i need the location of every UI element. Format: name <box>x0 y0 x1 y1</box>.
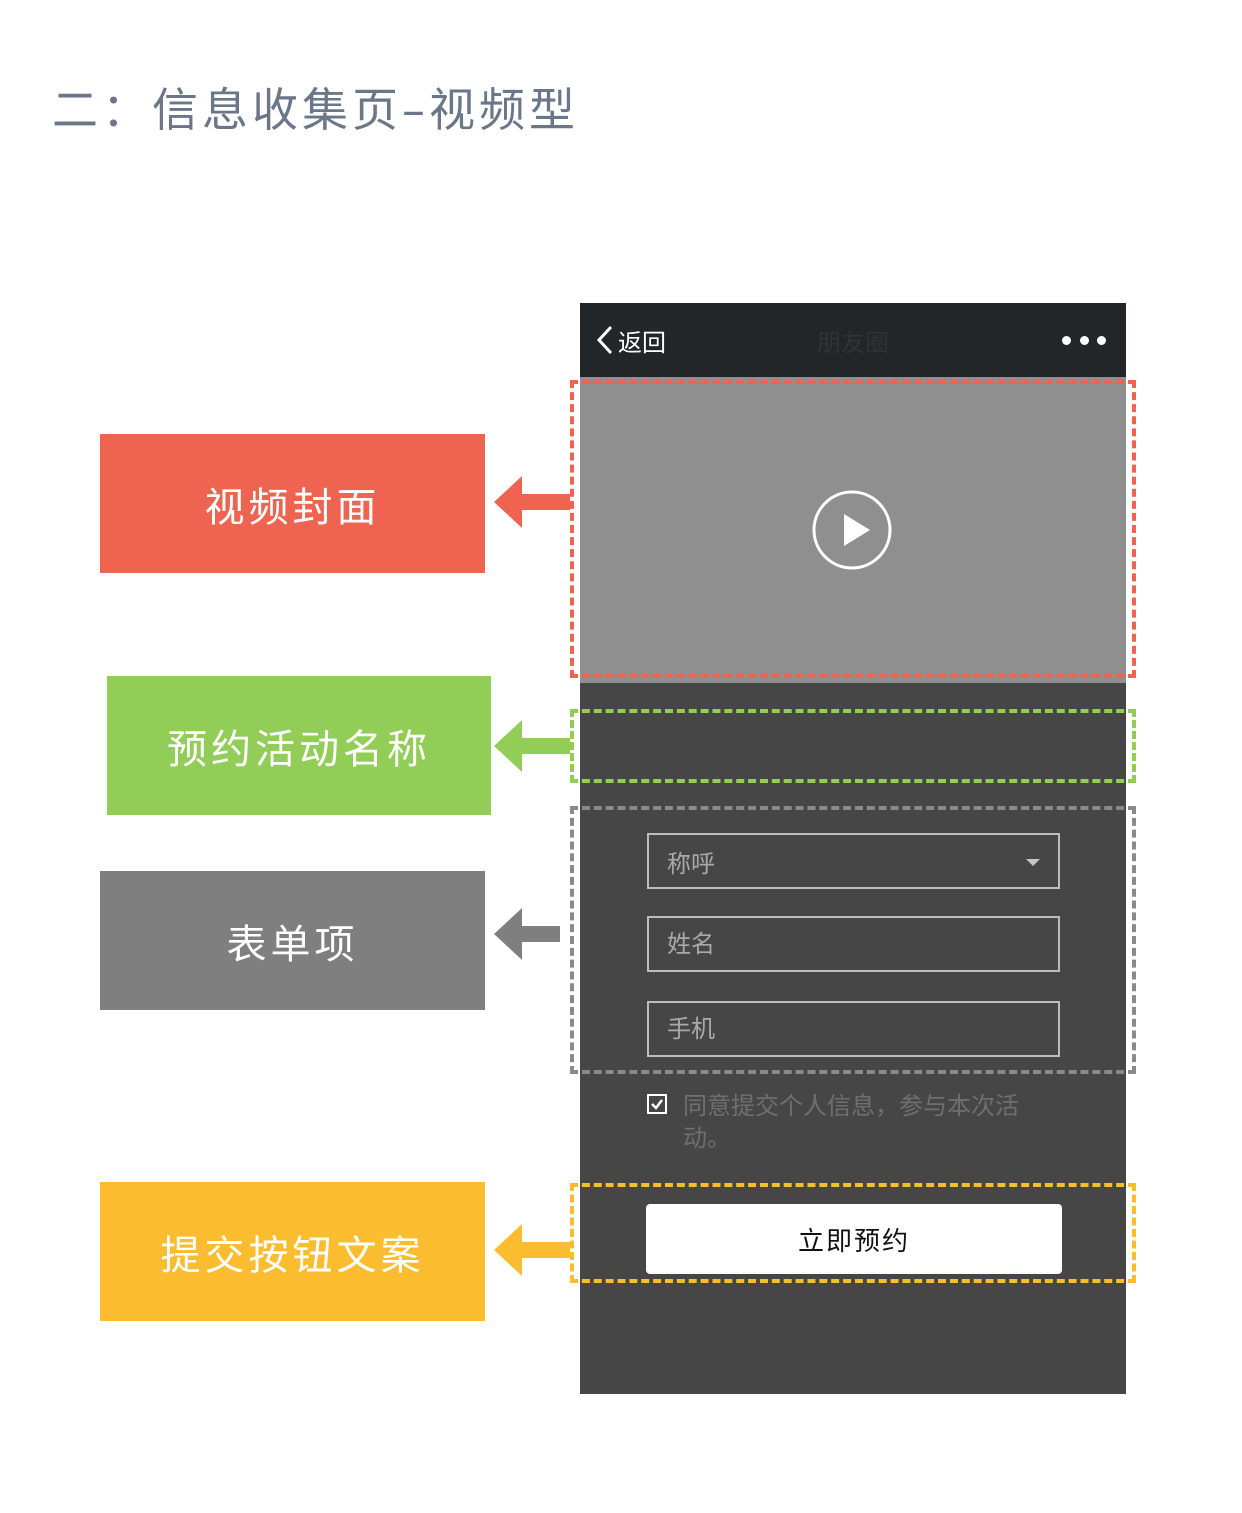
nav-title: 朋友圈 <box>817 329 889 357</box>
annotation-activity-name: 预约活动名称 <box>107 676 491 815</box>
arrow-left-icon <box>494 720 570 772</box>
annotation-video-cover: 视频封面 <box>100 434 485 573</box>
caret-down-icon <box>1026 859 1040 866</box>
submit-button[interactable]: 立即预约 <box>646 1204 1062 1274</box>
play-icon[interactable] <box>812 490 892 570</box>
arrow-left-icon <box>494 908 560 960</box>
navbar: 返回 朋友圈 <box>580 303 1126 377</box>
agree-checkbox[interactable] <box>647 1094 667 1114</box>
phone-mockup: 返回 朋友圈 称呼 同意提交个人信息，参与本次活动。 立即预约 <box>580 303 1126 1394</box>
agree-row: 同意提交个人信息，参与本次活动。 <box>647 1090 1047 1154</box>
arrow-left-icon <box>494 1224 570 1276</box>
annotation-form-items: 表单项 <box>100 871 485 1010</box>
annotation-submit-copy: 提交按钮文案 <box>100 1182 485 1321</box>
more-dots-icon[interactable] <box>1062 325 1106 355</box>
arrow-left-icon <box>494 476 570 528</box>
phone-input[interactable] <box>647 1001 1060 1057</box>
back-label: 返回 <box>618 328 666 357</box>
title-select[interactable]: 称呼 <box>647 833 1060 889</box>
back-button[interactable]: 返回 <box>596 321 666 359</box>
video-cover[interactable] <box>580 377 1126 683</box>
title-select-value: 称呼 <box>667 849 715 878</box>
name-input[interactable] <box>647 916 1060 972</box>
checkmark-icon <box>651 1099 663 1110</box>
agree-text: 同意提交个人信息，参与本次活动。 <box>683 1092 1019 1152</box>
page-title: 二：信息收集页–视频型 <box>52 83 579 137</box>
chevron-left-icon <box>596 325 613 355</box>
